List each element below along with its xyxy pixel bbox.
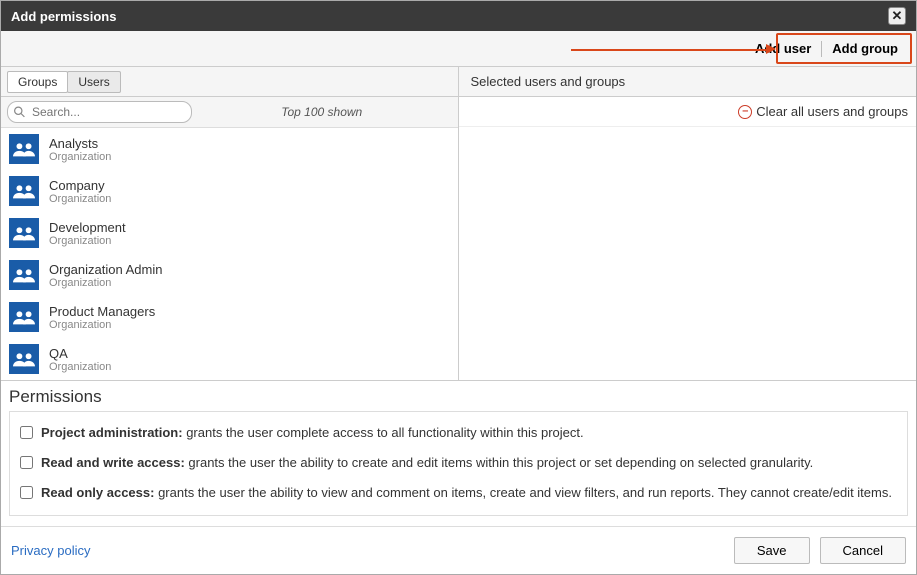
close-icon: ✕ — [892, 8, 903, 24]
permission-checkbox[interactable] — [20, 426, 33, 439]
group-icon — [9, 302, 39, 332]
group-text: Product Managers Organization — [49, 304, 155, 331]
permission-text: Read only access: grants the user the ab… — [41, 484, 892, 502]
group-item[interactable]: Product Managers Organization — [1, 296, 458, 338]
permission-checkbox[interactable] — [20, 486, 33, 499]
search-box — [7, 101, 192, 123]
tab-users[interactable]: Users — [67, 71, 120, 93]
toolbar: Add user Add group — [1, 31, 916, 67]
group-name: Development — [49, 220, 126, 235]
group-name: Company — [49, 178, 111, 193]
permission-checkbox[interactable] — [20, 456, 33, 469]
group-text: Organization Admin Organization — [49, 262, 162, 289]
top-shown-label: Top 100 shown — [192, 105, 452, 119]
group-list: Analysts Organization Company Organizati… — [1, 128, 458, 380]
dialog-footer: Privacy policy Save Cancel — [1, 526, 916, 574]
group-icon — [9, 134, 39, 164]
annotation-arrow-head — [766, 44, 776, 54]
selected-header: Selected users and groups — [459, 67, 917, 97]
group-icon — [9, 260, 39, 290]
group-name: QA — [49, 346, 111, 361]
remove-icon: – — [738, 105, 752, 119]
group-item[interactable]: Development Organization — [1, 212, 458, 254]
selected-header-label: Selected users and groups — [465, 74, 626, 89]
selected-column: Selected users and groups – Clear all us… — [459, 67, 917, 380]
clear-all-link[interactable]: – Clear all users and groups — [738, 104, 908, 119]
tabs-row: Groups Users — [1, 67, 458, 97]
group-item[interactable]: Company Organization — [1, 170, 458, 212]
group-item[interactable]: Analysts Organization — [1, 128, 458, 170]
group-subtitle: Organization — [49, 277, 162, 289]
annotation-arrow-line — [571, 49, 771, 51]
selection-columns: Groups Users Top 100 shown Analysts Orga… — [1, 67, 916, 381]
permission-text: Project administration: grants the user … — [41, 424, 584, 442]
group-text: Development Organization — [49, 220, 126, 247]
footer-buttons: Save Cancel — [734, 537, 906, 564]
close-button[interactable]: ✕ — [888, 7, 906, 25]
group-text: Analysts Organization — [49, 136, 111, 163]
group-icon — [9, 176, 39, 206]
group-name: Analysts — [49, 136, 111, 151]
search-row: Top 100 shown — [1, 97, 458, 128]
cancel-button[interactable]: Cancel — [820, 537, 906, 564]
clear-all-label: Clear all users and groups — [756, 104, 908, 119]
permissions-title: Permissions — [9, 387, 908, 407]
group-item[interactable]: Organization Admin Organization — [1, 254, 458, 296]
permission-row: Read only access: grants the user the ab… — [18, 478, 899, 508]
add-permissions-dialog: Add permissions ✕ Add user Add group Gro… — [0, 0, 917, 575]
search-icon — [13, 106, 26, 119]
group-subtitle: Organization — [49, 319, 155, 331]
privacy-policy-link[interactable]: Privacy policy — [11, 543, 90, 558]
group-subtitle: Organization — [49, 193, 111, 205]
group-name: Product Managers — [49, 304, 155, 319]
group-name: Organization Admin — [49, 262, 162, 277]
save-button[interactable]: Save — [734, 537, 810, 564]
group-subtitle: Organization — [49, 361, 111, 373]
dialog-title: Add permissions — [11, 9, 116, 24]
group-icon — [9, 218, 39, 248]
group-text: Company Organization — [49, 178, 111, 205]
permission-row: Read and write access: grants the user t… — [18, 448, 899, 478]
available-column: Groups Users Top 100 shown Analysts Orga… — [1, 67, 459, 380]
group-text: QA Organization — [49, 346, 111, 373]
group-subtitle: Organization — [49, 151, 111, 163]
clear-row: – Clear all users and groups — [459, 97, 917, 127]
group-subtitle: Organization — [49, 235, 126, 247]
permissions-section: Permissions Project administration: gran… — [1, 381, 916, 526]
group-item[interactable]: QA Organization — [1, 338, 458, 380]
permissions-box: Project administration: grants the user … — [9, 411, 908, 516]
permission-row: Project administration: grants the user … — [18, 418, 899, 448]
group-icon — [9, 344, 39, 374]
dialog-titlebar: Add permissions ✕ — [1, 1, 916, 31]
search-input[interactable] — [7, 101, 192, 123]
add-group-button[interactable]: Add group — [822, 37, 908, 60]
tab-groups[interactable]: Groups — [7, 71, 68, 93]
permission-text: Read and write access: grants the user t… — [41, 454, 813, 472]
